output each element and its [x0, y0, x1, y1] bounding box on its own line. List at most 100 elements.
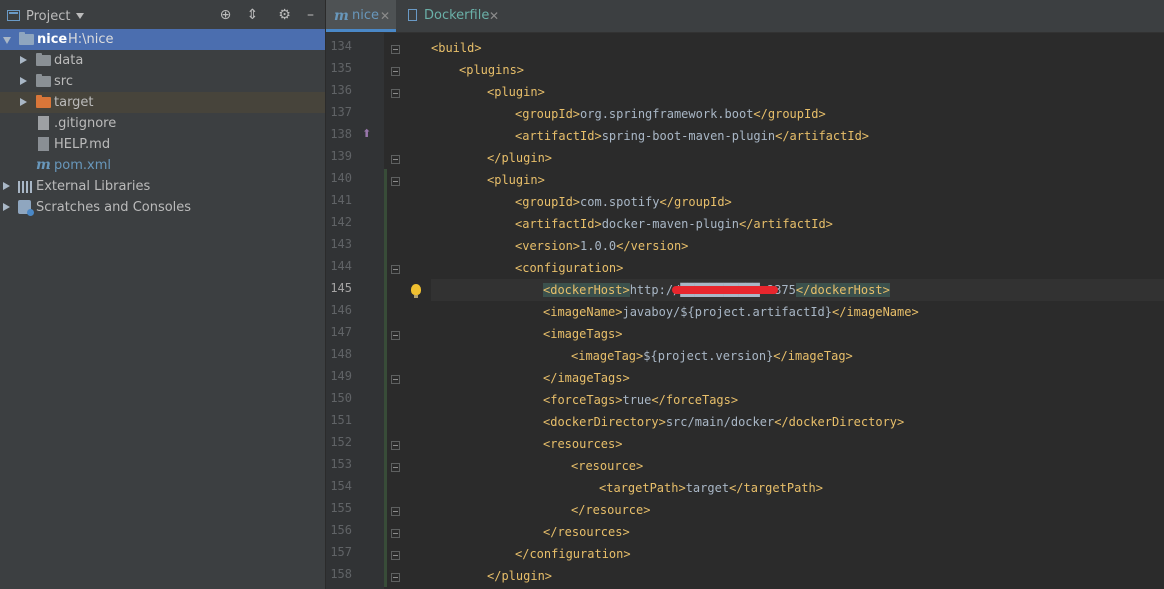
fold-marker-icon[interactable] [391, 463, 400, 472]
close-icon[interactable]: ✕ [380, 0, 390, 32]
chevron-down-icon[interactable] [76, 13, 85, 19]
fold-marker-icon[interactable] [391, 507, 400, 516]
line-number: 142 [330, 215, 352, 229]
code-line[interactable]: <imageName>javaboy/${project.artifactId}… [431, 301, 1164, 323]
tree-item-external-libraries[interactable]: External Libraries [0, 176, 325, 197]
tree-item-label: pom.xml [54, 158, 111, 173]
code-line[interactable]: <plugin> [431, 169, 1164, 191]
lightbulb-icon[interactable] [411, 284, 421, 298]
tab-dockerfile[interactable]: Dockerfile ✕ [398, 0, 506, 32]
gear-icon[interactable]: ⚙ [276, 7, 293, 24]
folder-icon [36, 74, 51, 87]
code-text: true [622, 393, 652, 407]
line-number: 155 [330, 501, 352, 515]
fold-marker-icon[interactable] [391, 375, 400, 384]
fold-marker-icon[interactable] [391, 67, 400, 76]
tree-item-help-md[interactable]: HELP.md [0, 134, 325, 155]
fold-marker-icon[interactable] [391, 529, 400, 538]
fold-marker-icon[interactable] [391, 441, 400, 450]
xml-tag: </forceTags> [651, 393, 739, 407]
code-line[interactable]: <version>1.0.0</version> [431, 235, 1164, 257]
hide-icon[interactable]: – [302, 7, 319, 24]
project-title[interactable]: Project [26, 9, 70, 24]
tree-item-pom-xml[interactable]: m pom.xml [0, 155, 325, 176]
line-number: 143 [330, 237, 352, 251]
chevron-right-icon[interactable] [20, 56, 27, 64]
maven-override-icon[interactable]: ⬆ [362, 127, 371, 140]
locate-icon[interactable]: ⊕ [217, 7, 234, 24]
code-line[interactable]: </resource> [431, 499, 1164, 521]
code-line[interactable]: </configuration> [431, 543, 1164, 565]
fold-marker-icon[interactable] [391, 331, 400, 340]
xml-tag: <imageTags> [543, 327, 623, 341]
vcs-change-marker[interactable] [384, 169, 387, 587]
tree-item-gitignore[interactable]: .gitignore [0, 113, 325, 134]
line-number: 154 [330, 479, 352, 493]
tree-item-label: src [54, 74, 73, 89]
code-line[interactable]: <targetPath>target</targetPath> [431, 477, 1164, 499]
code-line[interactable]: <imageTags> [431, 323, 1164, 345]
fold-marker-icon[interactable] [391, 265, 400, 274]
fold-marker-icon[interactable] [391, 177, 400, 186]
xml-tag: </groupId> [753, 107, 826, 121]
xml-tag: <groupId> [515, 107, 581, 121]
xml-tag: <configuration> [515, 261, 624, 275]
fold-gutter[interactable] [384, 33, 431, 589]
code-line[interactable]: </imageTags> [431, 367, 1164, 389]
line-number: 145 [330, 281, 352, 295]
editor-tabs: m nice ✕ Dockerfile ✕ [326, 0, 1164, 33]
code-line[interactable]: <dockerHost>http://███████████:2375</doc… [431, 279, 1164, 301]
code-line[interactable]: <build> [431, 37, 1164, 59]
line-number: 150 [330, 391, 352, 405]
code-text: ${project.version} [643, 349, 774, 363]
tree-item-label: data [54, 53, 84, 68]
code-text: target [685, 481, 730, 495]
xml-tag: <dockerDirectory> [543, 415, 666, 429]
project-panel: Project ⊕ ⇕ ⚙ – nice H:\nice data src ta… [0, 0, 326, 589]
code-line[interactable]: </plugin> [431, 147, 1164, 169]
fold-marker-icon[interactable] [391, 155, 400, 164]
close-icon[interactable]: ✕ [489, 0, 499, 32]
line-number: 156 [330, 523, 352, 537]
code-line[interactable]: <dockerDirectory>src/main/docker</docker… [431, 411, 1164, 433]
chevron-right-icon[interactable] [3, 182, 10, 190]
code-line[interactable]: </resources> [431, 521, 1164, 543]
tree-root-nice[interactable]: nice H:\nice [0, 29, 325, 50]
code-text: docker-maven-plugin [601, 217, 739, 231]
code-line[interactable]: <resource> [431, 455, 1164, 477]
chevron-right-icon[interactable] [20, 77, 27, 85]
xml-tag: <version> [515, 239, 581, 253]
code-line[interactable]: <artifactId>docker-maven-plugin</artifac… [431, 213, 1164, 235]
xml-tag: </configuration> [515, 547, 631, 561]
fold-marker-icon[interactable] [391, 89, 400, 98]
code-line[interactable]: </plugin> [431, 565, 1164, 587]
tree-item-scratches[interactable]: Scratches and Consoles [0, 197, 325, 218]
chevron-down-icon[interactable] [3, 37, 11, 44]
xml-tag: </plugin> [487, 151, 553, 165]
xml-tag: <build> [431, 41, 482, 55]
fold-marker-icon[interactable] [391, 551, 400, 560]
collapse-all-icon[interactable]: ⇕ [244, 7, 261, 24]
code-line[interactable]: <artifactId>spring-boot-maven-plugin</ar… [431, 125, 1164, 147]
code-line[interactable]: <resources> [431, 433, 1164, 455]
chevron-right-icon[interactable] [20, 98, 27, 106]
chevron-right-icon[interactable] [3, 203, 10, 211]
root-path: H:\nice [68, 32, 114, 47]
code-line[interactable]: <groupId>org.springframework.boot</group… [431, 103, 1164, 125]
xml-tag: <plugin> [487, 173, 545, 187]
tree-item-target[interactable]: target [0, 92, 325, 113]
xml-tag: </imageName> [832, 305, 919, 319]
fold-marker-icon[interactable] [391, 45, 400, 54]
tree-item-src[interactable]: src [0, 71, 325, 92]
code-line[interactable]: <plugin> [431, 81, 1164, 103]
tree-item-data[interactable]: data [0, 50, 325, 71]
code-line[interactable]: <plugins> [431, 59, 1164, 81]
code-line[interactable]: <groupId>com.spotify</groupId> [431, 191, 1164, 213]
line-number: 140 [330, 171, 352, 185]
tab-nice[interactable]: m nice ✕ [326, 0, 396, 32]
code-line[interactable]: <imageTag>${project.version}</imageTag> [431, 345, 1164, 367]
code-line[interactable]: <forceTags>true</forceTags> [431, 389, 1164, 411]
fold-marker-icon[interactable] [391, 573, 400, 582]
code-line[interactable]: <configuration> [431, 257, 1164, 279]
scratches-icon [18, 200, 34, 216]
